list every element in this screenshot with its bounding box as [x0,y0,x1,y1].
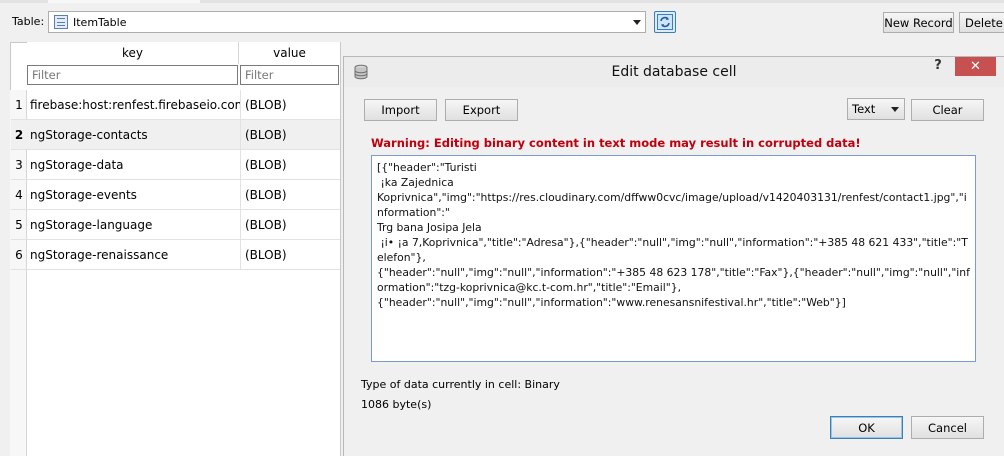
row-value: (BLOB) [240,180,340,209]
table-row[interactable]: 5 ngStorage-language (BLOB) [11,210,340,240]
import-button[interactable]: Import [364,99,437,121]
row-number: 1 [15,97,23,112]
delete-record-button[interactable]: Delete R [959,12,1004,33]
export-button[interactable]: Export [445,99,518,121]
row-value: (BLOB) [240,120,340,149]
cell-size-info: 1086 byte(s) [361,398,432,411]
row-number: 2 [14,127,24,142]
database-icon [353,64,369,80]
row-number: 6 [15,247,23,262]
table-row[interactable]: 4 ngStorage-events (BLOB) [11,180,340,210]
close-icon: ✕ [970,59,981,74]
help-button[interactable]: ? [930,58,946,76]
mode-select[interactable]: Text [847,98,905,120]
table-row[interactable]: 6 ngStorage-renaissance (BLOB) [11,240,340,270]
cancel-button[interactable]: Cancel [911,416,984,439]
column-header-key[interactable]: key [27,42,239,64]
ok-button[interactable]: OK [830,416,903,439]
refresh-button[interactable] [654,11,676,33]
row-number: 4 [15,187,23,202]
row-value: (BLOB) [240,210,340,239]
row-number: 5 [15,217,23,232]
new-record-button[interactable]: New Record [883,12,954,33]
dialog-titlebar[interactable]: Edit database cell [344,57,1004,87]
table-row[interactable]: 2 ngStorage-contacts (BLOB) [11,120,340,150]
close-button[interactable]: ✕ [955,57,996,76]
row-key: ngStorage-data [30,157,124,172]
refresh-icon [657,14,673,30]
cell-type-info: Type of data currently in cell: Binary [361,378,560,391]
table-icon [54,15,68,29]
column-header-value[interactable]: value [239,42,340,64]
row-key: firebase:host:renfest.firebaseio.com [30,97,240,112]
clear-button[interactable]: Clear [911,99,984,121]
table-select-value: ItemTable [73,15,127,29]
table-select[interactable]: ItemTable [48,11,646,33]
chevron-down-icon [633,19,641,25]
row-key: ngStorage-language [30,217,153,232]
cell-content-editor[interactable]: [{"header":"Turisti ¡ka Zajednica Kopriv… [371,155,976,362]
row-key: ngStorage-contacts [30,127,148,142]
value-filter-input[interactable]: Filter [240,65,339,85]
row-value: (BLOB) [240,90,340,119]
table-row[interactable]: 3 ngStorage-data (BLOB) [11,150,340,180]
mode-select-value: Text [852,102,876,116]
row-number: 3 [15,157,23,172]
row-key: ngStorage-events [30,187,137,202]
row-value: (BLOB) [240,150,340,179]
key-filter-input[interactable]: Filter [27,65,238,85]
chevron-down-icon [891,106,899,112]
row-value: (BLOB) [240,240,340,269]
row-key: ngStorage-renaissance [30,247,169,262]
table-label: Table: [12,15,45,28]
binary-warning: Warning: Editing binary content in text … [371,136,861,150]
active-tab[interactable] [48,0,200,3]
dialog-title: Edit database cell [611,64,737,80]
table-row[interactable]: 1 firebase:host:renfest.firebaseio.com (… [11,90,340,120]
